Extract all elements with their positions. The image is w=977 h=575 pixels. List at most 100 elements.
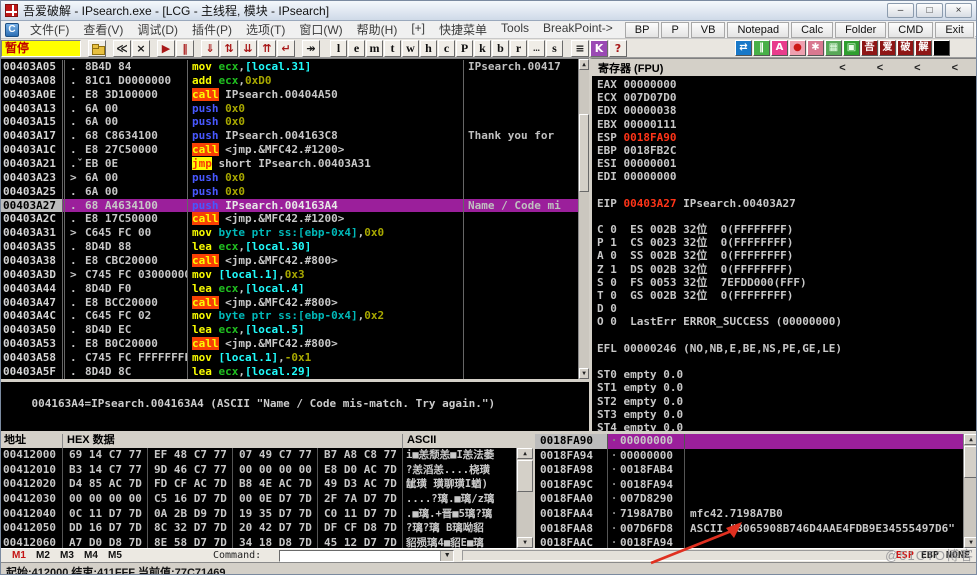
stack-row[interactable]: 0018FA90·00000000	[535, 434, 963, 449]
collapse-chevron-button[interactable]: <	[914, 62, 920, 74]
wu-icon[interactable]: 吾	[861, 40, 878, 56]
quick-button-bp[interactable]: BP	[625, 22, 660, 38]
letter-button-t[interactable]: t	[384, 40, 401, 57]
disasm-row[interactable]: 00403A2C.E8 17C50000call <jmp.&MFC42.#12…	[1, 212, 578, 226]
register-line[interactable]: EBP 0018FB2C	[592, 144, 977, 157]
menu-item-10[interactable]: Tools	[494, 20, 536, 39]
sync-icon[interactable]: ⇄	[735, 40, 752, 56]
minimize-button[interactable]: –	[887, 3, 914, 18]
disasm-row[interactable]: 00403A13.6A 00push 0x0	[1, 102, 578, 116]
dump-scrollbar[interactable]: ▲ ▼	[516, 448, 533, 548]
register-line[interactable]: O 0 LastErr ERROR_SUCCESS (00000000)	[592, 315, 977, 328]
scroll-down-icon[interactable]: ▼	[964, 537, 977, 548]
quick-button-p[interactable]: P	[661, 22, 688, 38]
stack-row[interactable]: 0018FA94·00000000	[535, 449, 963, 464]
letter-button-P[interactable]: P	[456, 40, 473, 57]
disasm-row[interactable]: 00403A35.8D4D 88lea ecx,[local.30]	[1, 240, 578, 254]
letter-button-e[interactable]: e	[348, 40, 365, 57]
quick-button-calc[interactable]: Calc	[791, 22, 833, 38]
menu-item-5[interactable]: 选项(T)	[239, 20, 292, 39]
register-line[interactable]: ST3 empty 0.0	[592, 408, 977, 421]
maximize-button[interactable]: □	[916, 3, 943, 18]
register-line[interactable]: A 0 SS 002B 32位 0(FFFFFFFF)	[592, 249, 977, 262]
disasm-row[interactable]: 00403A31>C645 FC 00mov byte ptr ss:[ebp-…	[1, 226, 578, 240]
disasm-row[interactable]: 00403A38.E8 CBC20000call <jmp.&MFC42.#80…	[1, 254, 578, 268]
flower-icon[interactable]: ✱	[807, 40, 824, 56]
dump-row[interactable]: 004120400C 11 D7 7D0A 2B D9 7D19 35 D7 7…	[1, 507, 516, 522]
command-secondary-field[interactable]	[462, 550, 894, 561]
scroll-down-icon[interactable]: ▼	[579, 368, 589, 379]
pause-plugin-icon[interactable]: ‖	[753, 40, 770, 56]
letter-button-k[interactable]: k	[474, 40, 491, 57]
windows-list-button[interactable]: ≡	[571, 40, 589, 57]
register-line[interactable]: Z 1 DS 002B 32位 0(FFFFFFFF)	[592, 263, 977, 276]
memory-bookmark-button-m1[interactable]: M1	[7, 550, 31, 561]
stack-follow-button-none[interactable]: NONE	[946, 550, 970, 561]
pause-button[interactable]: ‖	[176, 40, 194, 57]
analyze-icon[interactable]: A	[771, 40, 788, 56]
dump-row[interactable]: 00412010B3 14 C7 779D 46 C7 7700 00 00 0…	[1, 463, 516, 478]
disasm-row[interactable]: 00403A21.ˇEB 0Ejmp short IPsearch.00403A…	[1, 157, 578, 171]
register-line[interactable]: C 0 ES 002B 32位 0(FFFFFFFF)	[592, 223, 977, 236]
disasm-row[interactable]: 00403A0E.E8 3D100000call IPsearch.00404A…	[1, 88, 578, 102]
collapse-chevron-button[interactable]: <	[877, 62, 883, 74]
disasm-row[interactable]: 00403A08.81C1 D0000000add ecx,0xD0	[1, 74, 578, 88]
stack-row[interactable]: 0018FAA8·007D6FD8ASCII "8065908B746D4AAE…	[535, 522, 963, 537]
register-line[interactable]: EBX 00000111	[592, 118, 977, 131]
help-button[interactable]: ?	[609, 40, 627, 57]
disasm-row[interactable]: 00403A25.6A 00push 0x0	[1, 185, 578, 199]
letter-button-h[interactable]: h	[420, 40, 437, 57]
memory-bookmark-button-m5[interactable]: M5	[103, 550, 127, 561]
register-line[interactable]	[592, 184, 977, 197]
dropdown-arrow-icon[interactable]: ▼	[440, 551, 453, 561]
register-line[interactable]: ESP 0018FA90	[592, 131, 977, 144]
letter-button-b[interactable]: b	[492, 40, 509, 57]
menu-item-7[interactable]: 帮助(H)	[350, 20, 405, 39]
stack-scrollbar[interactable]: ▲ ▼	[963, 434, 977, 548]
command-combobox[interactable]: ▼	[279, 550, 454, 562]
letter-button-r[interactable]: r	[510, 40, 527, 57]
letter-button-m[interactable]: m	[366, 40, 383, 57]
stack-row[interactable]: 0018FAAC·0018FA94	[535, 536, 963, 548]
register-line[interactable]: EDX 00000038	[592, 104, 977, 117]
command-input[interactable]	[280, 551, 440, 561]
stack-row[interactable]: 0018FAA4·7198A7B0mfc42.7198A7B0	[535, 507, 963, 522]
register-line[interactable]: EFL 00000246 (NO,NB,E,BE,NS,PE,GE,LE)	[592, 342, 977, 355]
stack-row[interactable]: 0018FA98·0018FAB4	[535, 463, 963, 478]
restart-button[interactable]: ≪	[113, 40, 131, 57]
menu-item-6[interactable]: 窗口(W)	[292, 20, 349, 39]
register-line[interactable]: T 0 GS 002B 32位 0(FFFFFFFF)	[592, 289, 977, 302]
quick-button-cmd[interactable]: CMD	[888, 22, 933, 38]
record-icon[interactable]: ●	[789, 40, 806, 56]
stack-row[interactable]: 0018FAA0·007D8290	[535, 492, 963, 507]
register-line[interactable]: ST1 empty 0.0	[592, 381, 977, 394]
collapse-chevron-button[interactable]: <	[839, 62, 845, 74]
disasm-row[interactable]: 00403A3D>C745 FC 03000000mov [local.1],0…	[1, 268, 578, 282]
register-line[interactable]: ST4 empty 0.0	[592, 421, 977, 431]
quick-button-folder[interactable]: Folder	[835, 22, 886, 38]
register-line[interactable]: ST2 empty 0.0	[592, 395, 977, 408]
memory-bookmark-button-m3[interactable]: M3	[55, 550, 79, 561]
go-to-button[interactable]: ↠	[302, 40, 320, 57]
quick-button-notepad[interactable]: Notepad	[727, 22, 789, 38]
jie-icon[interactable]: 解	[915, 40, 932, 56]
register-line[interactable]: EIP 00403A27 IPsearch.00403A27	[592, 197, 977, 210]
open-file-button[interactable]	[88, 40, 106, 57]
close-program-button[interactable]: ×	[132, 40, 150, 57]
dump-row[interactable]: 0041200069 14 C7 77EF 48 C7 7707 49 C7 7…	[1, 448, 516, 463]
dump-row[interactable]: 00412050DD 16 D7 7D8C 32 D7 7D20 42 D7 7…	[1, 521, 516, 536]
memory-bookmark-button-m4[interactable]: M4	[79, 550, 103, 561]
register-line[interactable]: ST0 empty 0.0	[592, 368, 977, 381]
disasm-row[interactable]: 00403A53.E8 B0C20000call <jmp.&MFC42.#80…	[1, 337, 578, 351]
register-line[interactable]: P 1 CS 0023 32位 0(FFFFFFFF)	[592, 236, 977, 249]
step-over-button[interactable]: ⇅	[220, 40, 238, 57]
letter-button-l[interactable]: l	[330, 40, 347, 57]
memory-bookmark-button-m2[interactable]: M2	[31, 550, 55, 561]
black-square-icon[interactable]	[933, 40, 950, 56]
disasm-row[interactable]: 00403A4C.C645 FC 02mov byte ptr ss:[ebp-…	[1, 309, 578, 323]
grid-icon[interactable]: ▦	[825, 40, 842, 56]
scroll-thumb[interactable]	[579, 114, 589, 192]
quick-button-vb[interactable]: VB	[691, 22, 726, 38]
register-line[interactable]	[592, 329, 977, 342]
scroll-up-icon[interactable]: ▲	[964, 434, 977, 445]
